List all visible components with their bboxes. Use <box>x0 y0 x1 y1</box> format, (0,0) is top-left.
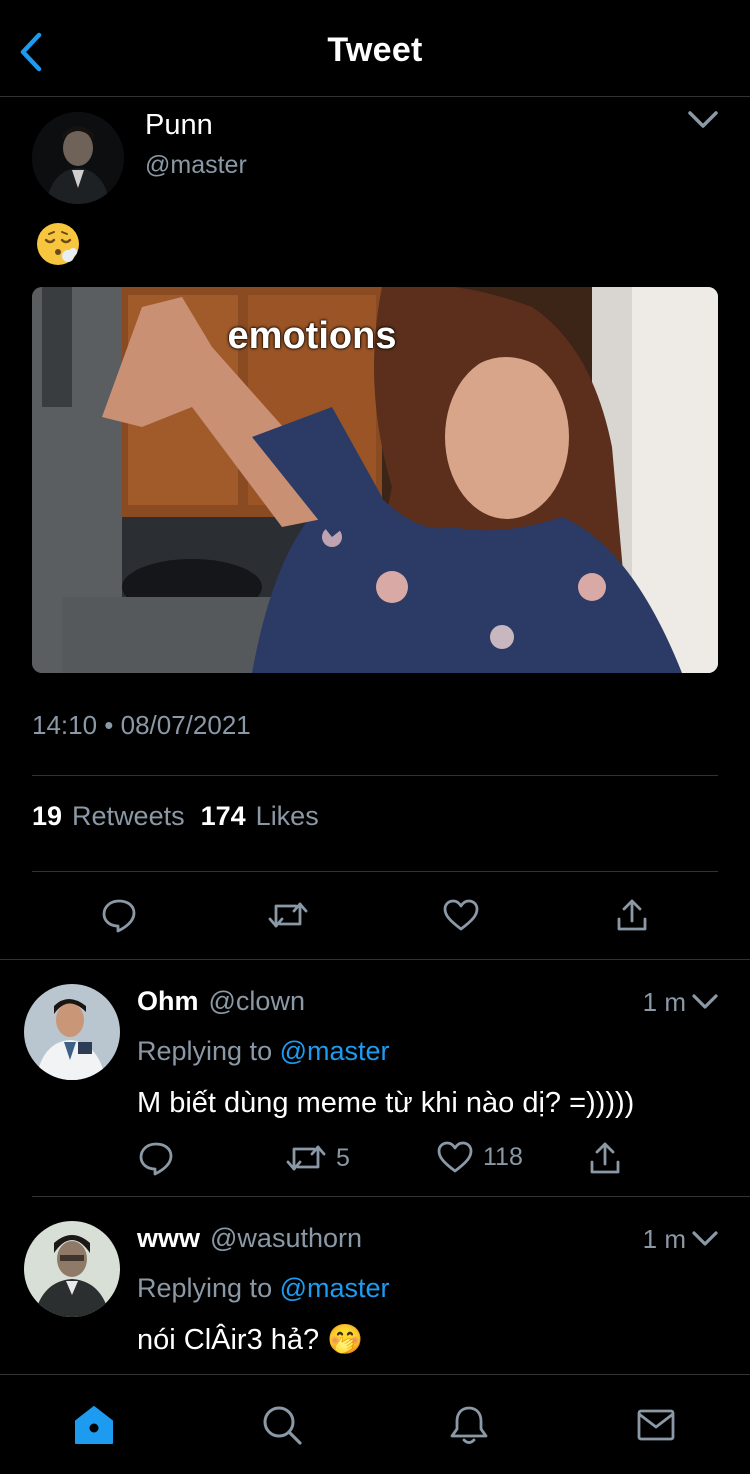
tweet-image[interactable]: emotions <box>32 287 718 673</box>
divider <box>0 959 750 960</box>
reply-time: 1 m <box>642 987 686 1017</box>
avatar[interactable] <box>24 984 120 1080</box>
reply-author-handle[interactable]: @clown <box>209 986 305 1016</box>
replying-to: Replying to @master <box>137 1036 390 1067</box>
reply-author-name[interactable]: Ohm @clown <box>137 986 305 1017</box>
chevron-down-icon <box>692 1231 718 1246</box>
tab-search[interactable] <box>260 1403 304 1447</box>
tab-messages[interactable] <box>634 1403 678 1447</box>
reply-author-display-name[interactable]: www <box>137 1223 200 1253</box>
retweet-button[interactable] <box>268 895 308 935</box>
reply-author-display-name[interactable]: Ohm <box>137 986 199 1016</box>
like-count: 118 <box>483 1142 523 1171</box>
share-button[interactable] <box>588 1140 622 1176</box>
search-icon <box>263 1406 302 1445</box>
tweet-options-button[interactable] <box>686 106 720 134</box>
reply-button[interactable] <box>99 895 139 935</box>
like-label[interactable]: Likes <box>256 801 319 832</box>
author-handle[interactable]: @master <box>145 151 247 180</box>
comment-icon <box>102 899 136 933</box>
replying-to-prefix: Replying to <box>137 1036 273 1066</box>
replying-to-prefix: Replying to <box>137 1273 273 1303</box>
chevron-down-icon <box>692 994 718 1009</box>
avatar[interactable] <box>24 1221 120 1317</box>
retweet-icon <box>286 1145 326 1171</box>
avatar[interactable] <box>32 112 124 204</box>
retweet-button[interactable]: 5 <box>286 1140 350 1176</box>
divider <box>32 1196 750 1197</box>
bottom-tab-bar <box>0 1374 750 1474</box>
share-button[interactable] <box>612 895 652 935</box>
reply-text: nói ClÂir3 hả? 🤭 <box>137 1324 364 1356</box>
replying-to: Replying to @master <box>137 1273 390 1304</box>
notifications-icon <box>450 1406 488 1444</box>
divider <box>32 775 718 776</box>
chevron-down-icon <box>688 111 718 128</box>
face-exhaling-emoji <box>34 220 82 268</box>
retweet-label[interactable]: Retweets <box>72 801 185 832</box>
reply-text: M biết dùng meme từ khi nào dị? =))))) <box>137 1087 635 1119</box>
image-caption: emotions <box>227 315 397 357</box>
reply-options-button[interactable] <box>690 1227 720 1251</box>
mention-link[interactable]: @master <box>280 1036 390 1066</box>
tab-home[interactable] <box>72 1403 116 1447</box>
home-icon <box>75 1406 113 1444</box>
heart-icon <box>437 1141 473 1173</box>
retweet-icon <box>268 902 308 928</box>
tab-notifications[interactable] <box>447 1403 491 1447</box>
reply-options-button[interactable] <box>690 990 720 1014</box>
like-button[interactable]: 118 <box>437 1140 523 1174</box>
retweet-count: 5 <box>336 1143 350 1172</box>
divider <box>32 871 718 872</box>
retweet-count[interactable]: 19 <box>32 801 62 832</box>
heart-icon <box>443 899 479 931</box>
author-name[interactable]: Punn <box>145 109 213 142</box>
reply-author-name[interactable]: www @wasuthorn <box>137 1223 362 1254</box>
like-button[interactable] <box>441 895 481 935</box>
tweet-timestamp: 14:10 • 08/07/2021 <box>32 710 251 740</box>
mention-link[interactable]: @master <box>280 1273 390 1303</box>
messages-icon <box>637 1409 675 1441</box>
reply-author-handle[interactable]: @wasuthorn <box>210 1223 362 1253</box>
top-bar: Tweet <box>0 0 750 97</box>
tweet-stats: 19 Retweets 174 Likes <box>32 801 325 832</box>
reply-button[interactable] <box>138 1140 174 1176</box>
share-icon <box>590 1142 620 1174</box>
share-icon <box>617 899 647 931</box>
comment-icon <box>139 1142 173 1176</box>
reply-time: 1 m <box>642 1224 686 1254</box>
page-title: Tweet <box>327 31 423 69</box>
like-count[interactable]: 174 <box>201 801 246 832</box>
